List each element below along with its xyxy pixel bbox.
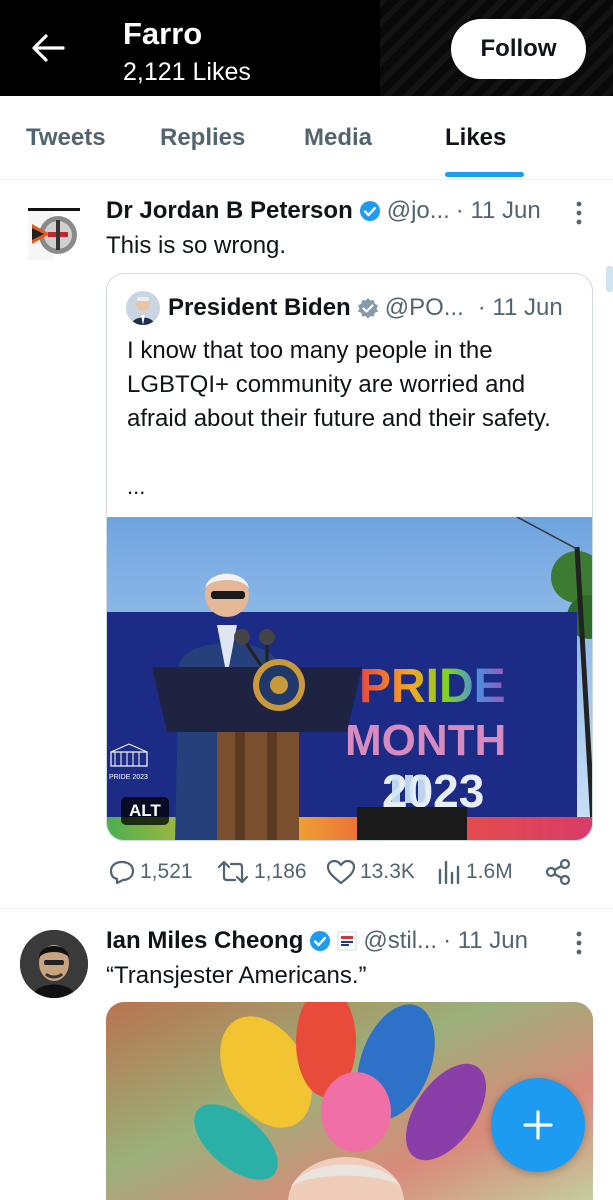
- avatar[interactable]: [28, 208, 80, 260]
- back-arrow-icon: [32, 34, 65, 62]
- retweet-count: 1,186: [254, 860, 307, 883]
- views-count: 1.6M: [466, 860, 513, 883]
- author-name[interactable]: Ian Miles Cheong: [106, 927, 303, 955]
- reply-count: 1,521: [140, 860, 193, 883]
- tweet-actions: 1,521 1,186 13.3K 1.6M: [108, 858, 578, 894]
- quoted-author-handle: @PO...: [384, 294, 464, 321]
- quoted-tweet[interactable]: President Biden @PO... · 11 Jun I know t…: [106, 273, 593, 841]
- banner-small-text: PRIDE 2023: [109, 774, 148, 781]
- author-handle[interactable]: @stil...: [363, 927, 437, 955]
- more-icon[interactable]: [574, 930, 584, 956]
- reply-button[interactable]: 1,521: [108, 858, 193, 886]
- compose-button[interactable]: [491, 1078, 585, 1172]
- tab-replies[interactable]: Replies: [160, 124, 245, 152]
- quoted-tweet-ellipsis: ...: [127, 474, 146, 499]
- share-icon: [545, 858, 571, 886]
- affiliate-badge-icon: [337, 931, 357, 951]
- follow-button[interactable]: Follow: [451, 19, 586, 79]
- tab-tweets[interactable]: Tweets: [26, 124, 106, 152]
- reply-icon: [109, 860, 135, 885]
- tab-likes[interactable]: Likes: [445, 124, 506, 152]
- like-button[interactable]: 13.3K: [326, 858, 415, 886]
- tweet-time[interactable]: · 11 Jun: [443, 927, 528, 955]
- tweet-divider: [0, 908, 613, 909]
- likes-count: 2,121 Likes: [123, 58, 251, 86]
- tweet-text: This is so wrong.: [106, 232, 287, 259]
- back-button[interactable]: [28, 28, 68, 68]
- tab-media[interactable]: Media: [304, 124, 372, 152]
- author-name[interactable]: Dr Jordan B Peterson: [106, 197, 353, 225]
- views-button[interactable]: 1.6M: [436, 858, 513, 886]
- alt-text-button[interactable]: ALT: [121, 797, 169, 825]
- avatar: [126, 291, 160, 325]
- profile-header: Farro 2,121 Likes Follow: [0, 0, 613, 96]
- quoted-tweet-time: · 11 Jun: [477, 294, 563, 321]
- active-tab-indicator: [445, 172, 524, 177]
- tweet-media-image[interactable]: PRIDE 2023 PRIDE MONTH 2023 ALT: [107, 517, 592, 840]
- scrollbar[interactable]: [606, 266, 613, 292]
- avatar[interactable]: [20, 930, 88, 998]
- banner-text-month: MONTH: [345, 716, 506, 765]
- banner-text-pride: PRIDE: [359, 660, 506, 713]
- quoted-author-name: President Biden: [168, 294, 351, 321]
- quoted-tweet-header: President Biden @PO... · 11 Jun: [168, 294, 563, 322]
- quoted-tweet-text: I know that too many people in the LGBTQ…: [127, 337, 551, 432]
- verified-icon: [357, 297, 379, 319]
- retweet-icon: [217, 860, 249, 884]
- profile-tabs: Tweets Replies Media Likes: [0, 96, 613, 180]
- more-icon[interactable]: [574, 200, 584, 226]
- tweet-header: Dr Jordan B Peterson @jo... · 11 Jun: [106, 197, 541, 225]
- like-icon: [326, 859, 356, 885]
- tweet-time[interactable]: · 11 Jun: [456, 197, 541, 225]
- retweet-button[interactable]: 1,186: [216, 858, 307, 886]
- compose-plus-icon: [523, 1110, 553, 1140]
- tweet-text: “Transjester Americans.”: [106, 962, 367, 989]
- profile-name: Farro: [123, 16, 203, 51]
- verified-icon: [309, 930, 331, 952]
- verified-icon: [359, 200, 381, 222]
- like-count: 13.3K: [360, 860, 415, 883]
- views-icon: [438, 860, 460, 885]
- share-button[interactable]: [544, 858, 572, 886]
- tweet-header: Ian Miles Cheong @stil... · 11 Jun: [106, 927, 528, 955]
- author-handle[interactable]: @jo...: [387, 197, 450, 225]
